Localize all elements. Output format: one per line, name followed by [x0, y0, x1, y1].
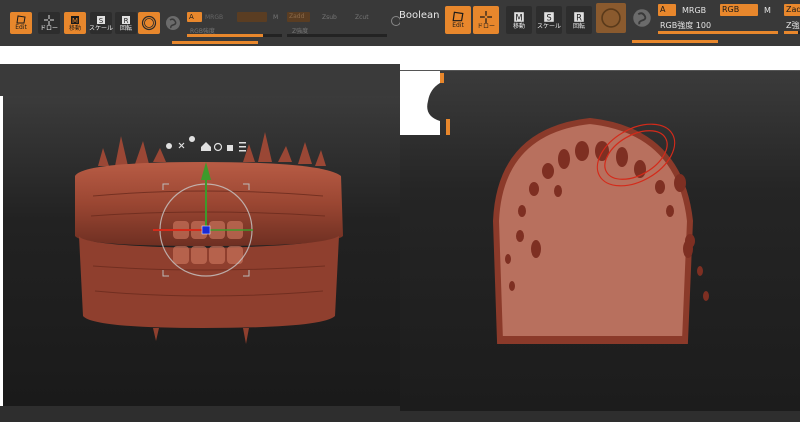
texture-toggle[interactable] — [162, 12, 184, 34]
material-sphere-button[interactable] — [138, 12, 160, 34]
edit-button[interactable]: Edit — [10, 12, 32, 34]
overlay-tab-1 — [440, 73, 444, 83]
svg-text:M: M — [515, 12, 522, 22]
edit-icon — [16, 15, 26, 24]
overlay-fragment — [400, 71, 440, 135]
active-indicator-right — [632, 40, 718, 43]
rgb-chip-right[interactable]: RGB — [720, 4, 758, 16]
left-viewport[interactable] — [3, 96, 400, 406]
lock-icon[interactable] — [227, 145, 233, 151]
z-strength-fill-right — [784, 31, 799, 34]
pin-icon[interactable] — [178, 142, 185, 149]
move-label-right: 移動 — [512, 22, 525, 30]
scale-icon-right: S — [544, 11, 554, 22]
crosshair-icon-right — [480, 10, 492, 23]
rgb-strength-text: RGB強度 — [660, 21, 694, 30]
a-chip[interactable]: A — [187, 12, 202, 22]
rgb-strength-fill — [187, 34, 263, 37]
right-viewport[interactable] — [400, 71, 800, 411]
right-bottom-bar — [400, 411, 800, 422]
m-label[interactable]: M — [273, 14, 278, 21]
home-icon[interactable] — [201, 142, 211, 151]
left-toolbar: Edit ドロー M 移動 S スケール R 回転 A MRGB M Zadd … — [0, 0, 400, 46]
left-white-gap — [0, 46, 400, 64]
move-button[interactable]: M 移動 — [64, 12, 86, 34]
rgb-strength-label-right: RGB強度 100 — [660, 20, 711, 31]
mrgb-label[interactable]: MRGB — [205, 14, 223, 21]
left-menu-strip — [0, 64, 400, 96]
boolean-label[interactable]: Boolean — [400, 10, 440, 21]
move-icon-right: M — [514, 11, 524, 22]
zsub-label[interactable]: Zsub — [322, 14, 337, 21]
scale-button-right[interactable]: S スケール — [536, 6, 562, 34]
right-pane: Boolean Edit ドロー M 移動 S スケール R 回転 A MRGB… — [400, 0, 800, 422]
scale-label: スケール — [89, 24, 114, 32]
edit-label-right: Edit — [452, 22, 464, 29]
gizmo-center[interactable] — [201, 225, 211, 235]
right-toolbar: Boolean Edit ドロー M 移動 S スケール R 回転 A MRGB… — [400, 0, 800, 46]
svg-text:R: R — [576, 12, 582, 22]
material-sphere-button-right[interactable] — [596, 3, 626, 33]
rgb-strength-slider-right[interactable] — [658, 31, 778, 34]
rgb-chip[interactable] — [237, 12, 267, 22]
svg-text:S: S — [99, 17, 104, 25]
rotate-icon: R — [122, 15, 130, 25]
boolean-icon[interactable] — [391, 16, 400, 26]
mrgb-label-right[interactable]: MRGB — [682, 6, 706, 15]
gizmo-toolbar — [166, 136, 246, 152]
edit-icon-right — [452, 11, 464, 22]
texture-icon-right — [633, 9, 651, 27]
z-strength-slider-right[interactable] — [784, 31, 800, 34]
rotate-icon-right: R — [574, 11, 584, 22]
material-sphere-icon — [141, 15, 157, 31]
overlay-tab-2 — [446, 119, 450, 135]
zadd-chip-right[interactable]: Zadd — [784, 4, 800, 16]
active-indicator — [172, 41, 258, 44]
left-bottom-bar — [0, 406, 400, 422]
material-sphere-icon-right — [601, 8, 621, 28]
zcut-label[interactable]: Zcut — [355, 14, 369, 21]
move-icon: M — [71, 15, 79, 25]
rotate-label: 回転 — [119, 24, 132, 32]
reset-icon[interactable] — [213, 142, 223, 152]
draw-button-right[interactable]: ドロー — [473, 6, 499, 34]
z-strength-label-right: Z強度 — [786, 21, 800, 30]
svg-text:M: M — [72, 17, 78, 25]
location-icon[interactable] — [189, 136, 196, 150]
rotate-button-right[interactable]: R 回転 — [566, 6, 592, 34]
jaw-model-front[interactable] — [3, 96, 400, 406]
crosshair-icon — [44, 14, 54, 25]
move-label: 移動 — [68, 24, 81, 32]
draw-label-right: ドロー — [476, 22, 495, 30]
zadd-chip[interactable]: Zadd — [287, 12, 310, 22]
texture-toggle-right[interactable] — [630, 6, 654, 30]
jaw-model-top[interactable] — [400, 71, 800, 411]
left-pane: Edit ドロー M 移動 S スケール R 回転 A MRGB M Zadd … — [0, 0, 400, 422]
rgb-strength-fill-right — [658, 31, 778, 34]
list-icon[interactable] — [239, 142, 246, 152]
scale-label-right: スケール — [536, 22, 561, 30]
edit-label: Edit — [15, 24, 27, 31]
rgb-strength-slider[interactable] — [187, 34, 282, 37]
gear-icon[interactable] — [166, 143, 172, 149]
rgb-strength-value: 100 — [695, 21, 712, 30]
rotate-label-right: 回転 — [572, 22, 585, 30]
scale-button[interactable]: S スケール — [89, 12, 114, 34]
svg-text:S: S — [546, 12, 551, 22]
svg-text:R: R — [124, 17, 129, 25]
m-label-right[interactable]: M — [764, 6, 771, 15]
draw-label: ドロー — [39, 24, 58, 32]
scale-icon: S — [97, 15, 105, 25]
z-strength-slider[interactable] — [287, 34, 387, 37]
draw-button[interactable]: ドロー — [38, 12, 60, 34]
edit-button-right[interactable]: Edit — [445, 6, 471, 34]
move-button-right[interactable]: M 移動 — [506, 6, 532, 34]
texture-icon — [166, 16, 180, 30]
right-white-gap — [400, 46, 800, 70]
rotate-button[interactable]: R 回転 — [115, 12, 137, 34]
a-chip-right[interactable]: A — [658, 4, 676, 16]
palate[interactable] — [492, 117, 694, 344]
